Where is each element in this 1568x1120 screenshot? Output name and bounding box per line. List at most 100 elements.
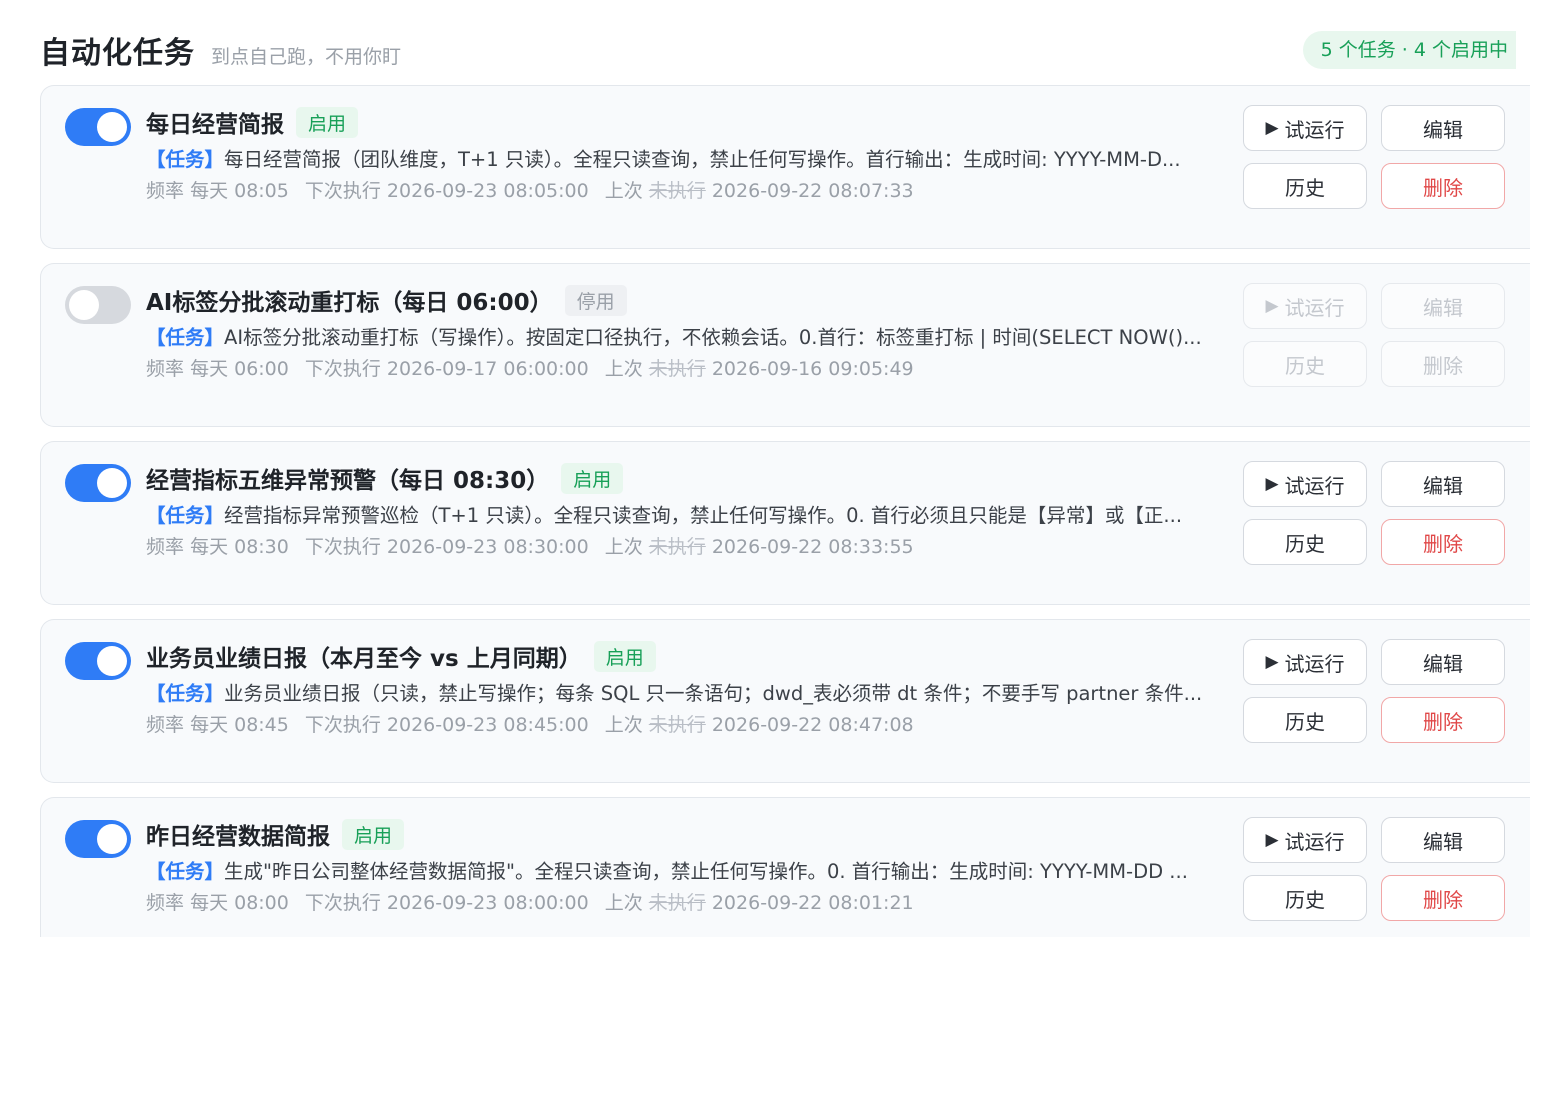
page-subtitle: 到点自己跑，不用你盯 <box>211 46 402 68</box>
last-run-status: 未执行 <box>648 536 706 558</box>
delete-button[interactable]: 删除 <box>1381 341 1505 387</box>
freq-value: 每天 08:30 <box>190 536 289 558</box>
run-label: 试运行 <box>1284 829 1345 854</box>
run-label: 试运行 <box>1284 117 1345 142</box>
enable-toggle[interactable] <box>65 108 131 146</box>
last-run-status: 未执行 <box>648 358 706 380</box>
task-name: AI标签分批滚动重打标（每日 06:00） <box>146 290 553 316</box>
task-description: 【任务】经营指标异常预警巡检（T+1 只读）。全程只读查询，禁止任何写操作。0.… <box>146 499 1226 528</box>
status-badge: 启用 <box>296 106 359 138</box>
next-run-value: 2026-09-23 08:00:00 <box>386 892 589 914</box>
freq-value: 每天 08:05 <box>190 180 289 202</box>
next-run-value: 2026-09-17 06:00:00 <box>386 358 589 380</box>
task-meta: 频率 每天 08:30 下次执行 2026-09-23 08:30:00 上次 未执… <box>146 532 914 559</box>
task-header: AI标签分批滚动重打标（每日 06:00） 停用 <box>146 283 627 317</box>
toggle-knob <box>97 824 127 854</box>
run-button[interactable]: ▶ 试运行 <box>1243 461 1367 507</box>
enable-toggle[interactable] <box>65 820 131 858</box>
status-badge: 启用 <box>342 818 405 850</box>
task-description-text: 每日经营简报（团队维度，T+1 只读）。全程只读查询，禁止任何写操作。首行输出：… <box>224 148 1181 171</box>
play-icon: ▶ <box>1265 830 1279 850</box>
task-summary-badge: 5 个任务 · 4 个启用中 <box>1302 31 1516 69</box>
task-tag: 【任务】 <box>146 682 225 705</box>
status-badge: 停用 <box>564 284 627 316</box>
last-run-value: 2026-09-22 08:07:33 <box>711 180 914 202</box>
page-title: 自动化任务 <box>40 36 195 71</box>
task-description: 【任务】每日经营简报（团队维度，T+1 只读）。全程只读查询，禁止任何写操作。首… <box>146 143 1226 172</box>
edit-button[interactable]: 编辑 <box>1381 105 1505 151</box>
delete-button[interactable]: 删除 <box>1381 163 1505 209</box>
task-description: 【任务】AI标签分批滚动重打标（写操作）。按固定口径执行，不依赖会话。0.首行：… <box>146 321 1226 350</box>
run-label: 试运行 <box>1284 651 1345 676</box>
last-run-label: 上次 <box>604 180 643 202</box>
edit-button[interactable]: 编辑 <box>1381 283 1505 329</box>
next-run-label: 下次执行 <box>304 892 381 914</box>
edit-button[interactable]: 编辑 <box>1381 817 1505 863</box>
edit-button[interactable]: 编辑 <box>1381 639 1505 685</box>
delete-button[interactable]: 删除 <box>1381 875 1505 921</box>
freq-label: 频率 <box>146 358 185 380</box>
play-icon: ▶ <box>1265 474 1279 494</box>
task-meta: 频率 每天 08:45 下次执行 2026-09-23 08:45:00 上次 未执… <box>146 710 914 737</box>
run-label: 试运行 <box>1284 473 1345 498</box>
last-run-value: 2026-09-16 09:05:49 <box>711 358 914 380</box>
delete-button[interactable]: 删除 <box>1381 697 1505 743</box>
task-description-text: 业务员业绩日报（只读，禁止写操作；每条 SQL 只一条语句；dwd_表必须带 d… <box>224 682 1203 705</box>
task-tag: 【任务】 <box>146 148 225 171</box>
task-tag: 【任务】 <box>146 326 225 349</box>
history-button[interactable]: 历史 <box>1243 341 1367 387</box>
last-run-status: 未执行 <box>648 892 706 914</box>
play-icon: ▶ <box>1265 118 1279 138</box>
last-run-value: 2026-09-22 08:01:21 <box>711 892 914 914</box>
task-name: 经营指标五维异常预警（每日 08:30） <box>146 468 550 494</box>
toggle-knob <box>69 290 99 320</box>
status-badge: 启用 <box>561 462 624 494</box>
freq-label: 频率 <box>146 536 185 558</box>
last-run-label: 上次 <box>604 714 643 736</box>
last-run-label: 上次 <box>604 536 643 558</box>
task-meta: 频率 每天 08:05 下次执行 2026-09-23 08:05:00 上次 未执… <box>146 176 914 203</box>
task-header: 每日经营简报 启用 <box>146 105 359 139</box>
toggle-knob <box>97 112 127 142</box>
task-card: 每日经营简报 启用 【任务】每日经营简报（团队维度，T+1 只读）。全程只读查询… <box>40 85 1530 249</box>
task-header: 经营指标五维异常预警（每日 08:30） 启用 <box>146 461 624 495</box>
task-description: 【任务】生成"昨日公司整体经营数据简报"。全程只读查询，禁止任何写操作。0. 首… <box>146 855 1226 884</box>
last-run-label: 上次 <box>604 358 643 380</box>
last-run-status: 未执行 <box>648 714 706 736</box>
next-run-value: 2026-09-23 08:30:00 <box>386 536 589 558</box>
enable-toggle[interactable] <box>65 642 131 680</box>
enable-toggle[interactable] <box>65 464 131 502</box>
task-tag: 【任务】 <box>146 860 225 883</box>
history-button[interactable]: 历史 <box>1243 697 1367 743</box>
last-run-status: 未执行 <box>648 180 706 202</box>
freq-label: 频率 <box>146 714 185 736</box>
freq-value: 每天 06:00 <box>190 358 289 380</box>
last-run-label: 上次 <box>604 892 643 914</box>
task-card: 昨日经营数据简报 启用 【任务】生成"昨日公司整体经营数据简报"。全程只读查询，… <box>40 797 1530 937</box>
task-header: 昨日经营数据简报 启用 <box>146 817 405 851</box>
edit-button[interactable]: 编辑 <box>1381 461 1505 507</box>
history-button[interactable]: 历史 <box>1243 163 1367 209</box>
next-run-value: 2026-09-23 08:05:00 <box>386 180 589 202</box>
task-description-text: 经营指标异常预警巡检（T+1 只读）。全程只读查询，禁止任何写操作。0. 首行必… <box>224 504 1183 527</box>
play-icon: ▶ <box>1265 652 1279 672</box>
history-button[interactable]: 历史 <box>1243 519 1367 565</box>
enable-toggle[interactable] <box>65 286 131 324</box>
run-button[interactable]: ▶ 试运行 <box>1243 817 1367 863</box>
run-button[interactable]: ▶ 试运行 <box>1243 639 1367 685</box>
toggle-knob <box>97 468 127 498</box>
run-button[interactable]: ▶ 试运行 <box>1243 105 1367 151</box>
task-name: 昨日经营数据简报 <box>146 824 330 850</box>
task-description-text: AI标签分批滚动重打标（写操作）。按固定口径执行，不依赖会话。0.首行：标签重打… <box>224 326 1202 349</box>
history-button[interactable]: 历史 <box>1243 875 1367 921</box>
last-run-value: 2026-09-22 08:47:08 <box>711 714 914 736</box>
task-name: 每日经营简报 <box>146 112 284 138</box>
page-header: 自动化任务 到点自己跑，不用你盯 <box>40 28 401 72</box>
task-meta: 频率 每天 08:00 下次执行 2026-09-23 08:00:00 上次 未执… <box>146 888 914 915</box>
play-icon: ▶ <box>1265 296 1279 316</box>
run-button[interactable]: ▶ 试运行 <box>1243 283 1367 329</box>
task-description-text: 生成"昨日公司整体经营数据简报"。全程只读查询，禁止任何写操作。0. 首行输出：… <box>224 860 1188 883</box>
last-run-value: 2026-09-22 08:33:55 <box>711 536 914 558</box>
task-card: 经营指标五维异常预警（每日 08:30） 启用 【任务】经营指标异常预警巡检（T… <box>40 441 1530 605</box>
delete-button[interactable]: 删除 <box>1381 519 1505 565</box>
